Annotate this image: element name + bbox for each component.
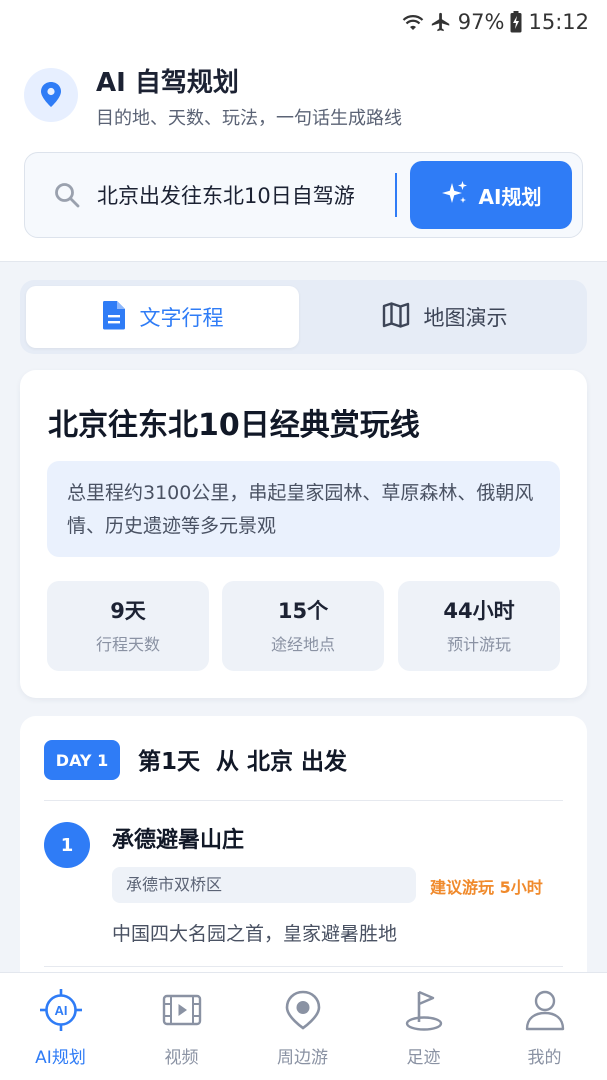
battery-percent: 97% [457,10,505,34]
stat-places: 15个 途经地点 [222,581,384,671]
nav-item-nearby[interactable]: 周边游 [242,973,363,1080]
location-pin-icon [24,68,78,122]
day-badge: DAY 1 [44,740,120,780]
stat-label: 途经地点 [270,635,335,654]
stat-days: 9天 行程天数 [47,581,209,671]
search-icon [53,181,81,213]
nav-label: 视频 [164,1048,199,1068]
user-icon [524,987,566,1033]
search-input[interactable] [97,173,397,217]
nav-label: AI规划 [35,1048,86,1068]
battery-charging-icon [510,11,522,33]
svg-text:AI: AI [54,1003,67,1018]
location-icon [283,987,323,1033]
stat-label: 行程天数 [95,635,160,654]
route-summary-card: 北京往东北10日经典赏玩线 总里程约3100公里，串起皇家园林、草原森林、俄朝风… [20,370,587,698]
tab-text-itinerary[interactable]: 文字行程 [26,286,299,348]
app-title: AI 自驾规划 [96,68,239,98]
day-title: 第1天 从 北京 出发 [138,749,348,775]
divider [44,966,563,967]
nav-item-video[interactable]: 视频 [121,973,242,1080]
wifi-icon [402,12,424,32]
stop-description: 中国四大名园之首，皇家避暑胜地 [112,923,398,945]
app-subtitle: 目的地、天数、玩法，一句话生成路线 [96,108,402,129]
route-title: 北京往东北10日经典赏玩线 [48,408,420,443]
nav-item-profile[interactable]: 我的 [484,973,605,1080]
stat-value: 44小时 [443,599,515,623]
nav-item-footprints[interactable]: 足迹 [363,973,484,1080]
stat-value: 15个 [277,599,329,623]
sparkle-icon [441,179,469,212]
stop-name: 承德避暑山庄 [112,828,245,853]
nav-label: 足迹 [406,1048,441,1068]
route-description: 总里程约3100公里，串起皇家园林、草原森林、俄朝风情、历史遗迹等多元景观 [47,461,560,557]
stop-duration: 建议游玩 5小时 [430,878,543,897]
ai-plan-button[interactable]: AI规划 [410,161,572,229]
stat-hours: 44小时 预计游玩 [398,581,560,671]
divider [44,800,563,801]
airplane-mode-icon [430,11,452,33]
tab-map-demo-label: 地图演示 [423,306,508,330]
view-tabs: 文字行程 地图演示 [20,280,587,354]
nav-item-ai-plan[interactable]: AI AI规划 [0,973,121,1080]
nav-label: 我的 [527,1048,562,1068]
video-icon [162,987,202,1033]
status-bar: 97% 15:12 [0,0,607,44]
search-box: AI规划 [24,152,583,238]
stop-location: 承德市双桥区 [112,867,416,903]
tab-text-itinerary-label: 文字行程 [139,306,224,330]
flag-icon [403,987,445,1033]
clock: 15:12 [528,10,589,34]
stat-label: 预计游玩 [446,635,511,654]
bottom-nav: AI AI规划 视频 周边游 足迹 我的 [0,972,607,1080]
document-icon [102,300,126,335]
day-card: DAY 1 第1天 从 北京 出发 1 承德避暑山庄 承德市双桥区 建议游玩 5… [20,716,587,1016]
stop-number: 1 [44,822,90,868]
nav-label: 周边游 [277,1048,328,1068]
map-icon [382,301,410,333]
stat-value: 9天 [110,599,146,623]
ai-plan-button-label: AI规划 [478,184,542,209]
ai-icon: AI [38,987,84,1033]
header: AI 自驾规划 目的地、天数、玩法，一句话生成路线 AI规划 [0,44,607,262]
tab-map-demo[interactable]: 地图演示 [308,286,581,348]
